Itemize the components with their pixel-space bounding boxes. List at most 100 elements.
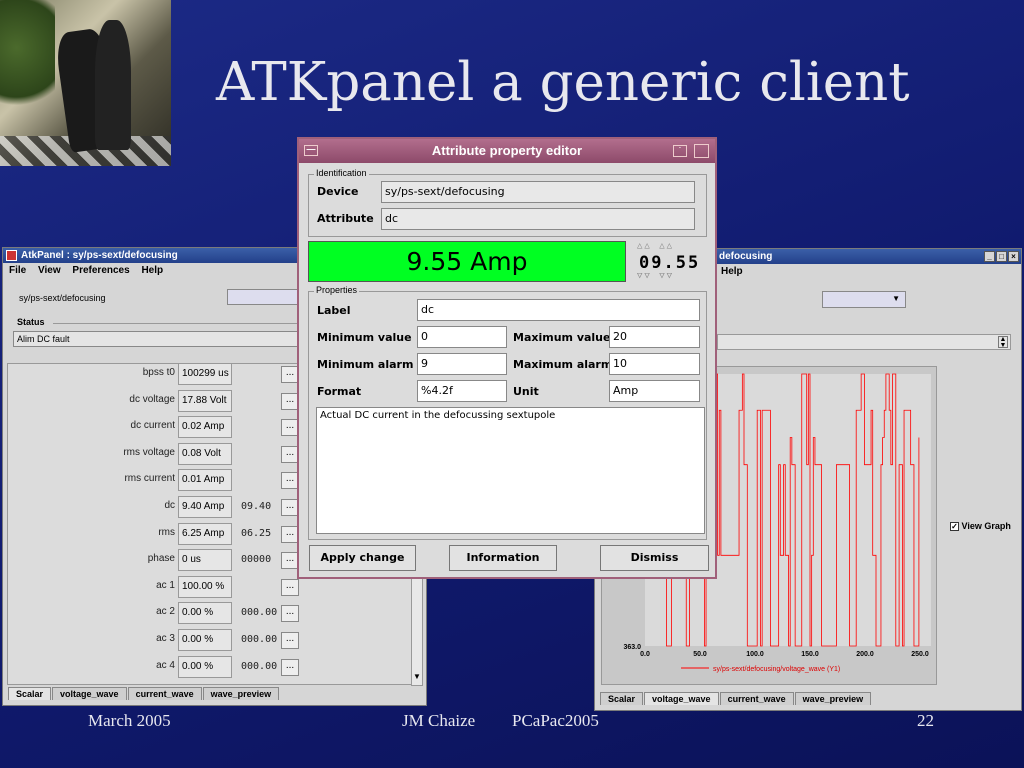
attribute-label: dc current xyxy=(130,420,175,432)
tab-current-wave[interactable]: current_wave xyxy=(127,687,202,700)
attribute-setpoint-spinner[interactable]: 00000 xyxy=(241,551,271,569)
x-tick-label: 150.0 xyxy=(801,651,819,658)
attribute-row: ac 1 100.00 %... xyxy=(3,575,303,598)
setpoint-spinner[interactable]: △△ △△ 09.55 ▽▽ ▽▽ xyxy=(635,241,705,283)
attribute-row: rms 6.25 Amp 06.25... xyxy=(3,522,303,545)
attribute-row: rms current 0.01 Amp... xyxy=(3,469,303,492)
description-textarea[interactable]: Actual DC current in the defocussing sex… xyxy=(316,407,705,534)
page-number: 22 xyxy=(917,711,934,730)
x-tick-label: 250.0 xyxy=(911,651,929,658)
attribute-properties-button[interactable]: ... xyxy=(281,632,299,649)
menu-view[interactable]: View xyxy=(38,265,61,276)
tab-scalar[interactable]: Scalar xyxy=(8,687,52,700)
status-label: Status xyxy=(17,317,45,327)
attribute-label: Attribute xyxy=(317,212,374,225)
min-value-label: Minimum value xyxy=(317,331,412,344)
attribute-setpoint-spinner[interactable]: 000.00 xyxy=(241,604,277,622)
legend-label: sy/ps-sext/defocusing/voltage_wave (Y1) xyxy=(713,666,840,673)
graph-state-combo[interactable]: ▼ xyxy=(822,291,906,308)
maximize-icon[interactable] xyxy=(694,144,709,158)
menu-preferences[interactable]: Preferences xyxy=(72,265,129,276)
max-value-input[interactable]: 20 xyxy=(609,326,700,348)
menu-help[interactable]: Help xyxy=(141,265,163,276)
unit-input[interactable]: Amp xyxy=(609,380,700,402)
decrement-arrows-icon[interactable]: ▽▽ ▽▽ xyxy=(637,271,674,281)
menu-help[interactable]: Help xyxy=(721,266,743,277)
device-label: Device xyxy=(317,185,359,198)
attribute-value: 100299 us xyxy=(178,363,232,385)
tab-current-wave[interactable]: current_wave xyxy=(719,692,794,705)
label-input[interactable]: dc xyxy=(417,299,700,321)
close-icon[interactable]: × xyxy=(1008,251,1019,262)
attribute-value: 0.02 Amp xyxy=(178,416,232,439)
information-button[interactable]: Information xyxy=(449,545,557,571)
attribute-row: bpss t0 100299 us... xyxy=(3,363,303,385)
format-label: Format xyxy=(317,385,362,398)
attribute-value: 0.01 Amp xyxy=(178,469,232,492)
unit-label: Unit xyxy=(513,385,539,398)
attribute-setpoint-spinner[interactable]: 000.00 xyxy=(241,631,277,649)
label-label: Label xyxy=(317,304,351,317)
attribute-value: 9.40 Amp xyxy=(178,496,232,518)
attribute-setpoint-spinner[interactable]: 000.00 xyxy=(241,658,277,676)
x-tick-label: 0.0 xyxy=(640,651,650,658)
max-value-label: Maximum value xyxy=(513,331,611,344)
view-graph-label: View Graph xyxy=(961,521,1011,531)
attribute-label: ac 1 xyxy=(156,579,175,591)
attribute-value: 0.00 % xyxy=(178,629,232,651)
menu-file[interactable]: File xyxy=(9,265,26,276)
attribute-properties-button[interactable]: ... xyxy=(281,658,299,676)
atkpanel-tabs: Scalar voltage_wave current_wave wave_pr… xyxy=(8,687,280,700)
attribute-setpoint-spinner[interactable]: 09.40 xyxy=(241,498,271,516)
graph-status-field: ▲ ▼ xyxy=(717,334,1011,350)
attribute-label: rms voltage xyxy=(123,446,175,458)
tab-voltage-wave[interactable]: voltage_wave xyxy=(52,687,127,700)
tab-voltage-wave[interactable]: voltage_wave xyxy=(644,692,719,705)
attribute-label: ac 4 xyxy=(156,659,175,671)
reading-display: 9.55 Amp xyxy=(308,241,626,282)
max-alarm-input[interactable]: 10 xyxy=(609,353,700,375)
attribute-row: dc voltage 17.88 Volt... xyxy=(3,389,303,412)
view-graph-checkbox[interactable]: ✓ View Graph xyxy=(950,521,1011,531)
attribute-value: 17.88 Volt xyxy=(178,389,232,412)
min-alarm-input[interactable]: 9 xyxy=(417,353,507,375)
dismiss-button[interactable]: Dismiss xyxy=(600,545,709,571)
attribute-label: phase xyxy=(147,553,175,565)
y-tick-label: 363.0 xyxy=(623,644,641,651)
attribute-label: ac 2 xyxy=(156,606,175,618)
max-alarm-label: Maximum alarm xyxy=(513,358,613,371)
state-combo[interactable] xyxy=(227,289,303,305)
increment-arrows-icon[interactable]: △△ △△ xyxy=(637,241,674,251)
minimize-icon[interactable]: _ xyxy=(984,251,995,262)
format-input[interactable]: %4.2f xyxy=(417,380,507,402)
tab-wave-preview[interactable]: wave_preview xyxy=(202,687,280,700)
setpoint-value: 09.55 xyxy=(639,253,701,273)
status-field: Alim DC fault xyxy=(13,331,303,347)
x-tick-label: 50.0 xyxy=(693,651,707,658)
attribute-property-editor: — Attribute property editor ˙ Identifica… xyxy=(297,137,717,579)
editor-title: Attribute property editor xyxy=(431,143,583,158)
min-value-input[interactable]: 0 xyxy=(417,326,507,348)
apply-change-button[interactable]: Apply change xyxy=(309,545,416,571)
scroll-down-icon[interactable]: ▼ xyxy=(411,672,423,684)
footer-event: PCaPac2005 xyxy=(512,711,599,730)
maximize-icon[interactable]: □ xyxy=(996,251,1007,262)
tab-wave-preview[interactable]: wave_preview xyxy=(794,692,872,705)
window-menu-icon[interactable]: — xyxy=(304,145,318,156)
attribute-setpoint-spinner[interactable]: 06.25 xyxy=(241,525,271,543)
attribute-field: dc xyxy=(381,208,695,230)
attribute-properties-button[interactable]: ... xyxy=(281,578,299,596)
spinner-icon[interactable]: ▲ ▼ xyxy=(998,336,1008,349)
x-tick-label: 200.0 xyxy=(856,651,874,658)
footer-author: JM Chaize xyxy=(402,711,476,730)
shade-icon[interactable]: ˙ xyxy=(673,145,687,157)
graph-tabs: Scalar voltage_wave current_wave wave_pr… xyxy=(600,692,872,705)
editor-titlebar[interactable]: — Attribute property editor ˙ xyxy=(299,139,715,163)
x-tick-label: 100.0 xyxy=(746,651,764,658)
tab-scalar[interactable]: Scalar xyxy=(600,692,644,705)
attribute-label: dc voltage xyxy=(129,393,175,405)
attribute-value: 100.00 % xyxy=(178,575,232,598)
attribute-properties-button[interactable]: ... xyxy=(281,605,299,623)
atkpanel-title: AtkPanel : sy/ps-sext/defocusing xyxy=(21,250,178,261)
graph-title: defocusing xyxy=(719,251,773,262)
